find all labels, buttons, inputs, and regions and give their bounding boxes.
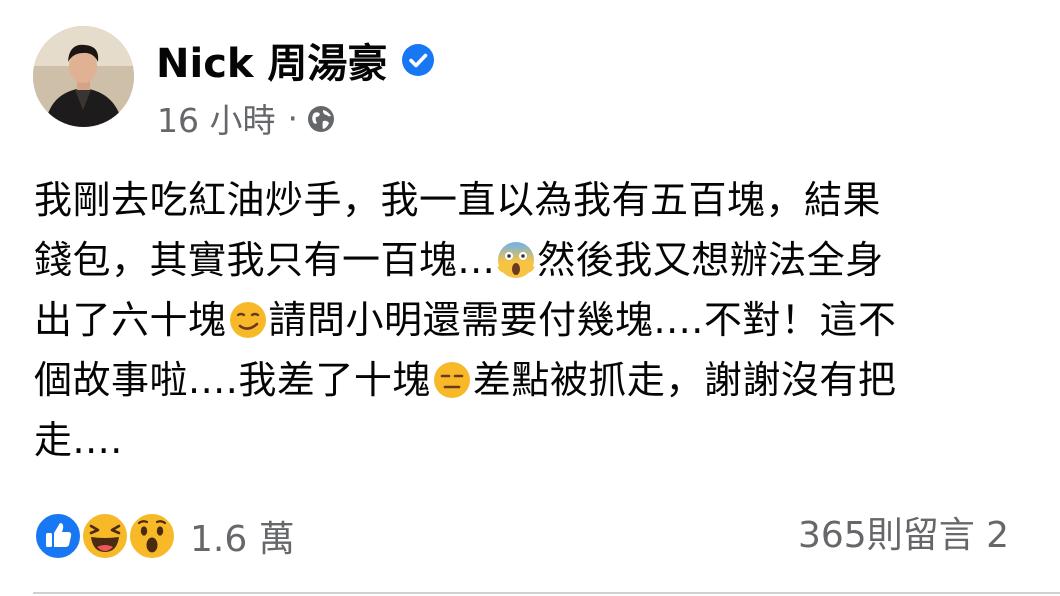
post-text: 出了六十塊	[34, 298, 227, 342]
post-text: 差點被抓走，謝謝沒有把	[472, 358, 897, 402]
globe-icon[interactable]	[306, 103, 336, 133]
post-line: 我剛去吃紅油炒手，我一直以為我有五百塊，結果	[34, 170, 881, 230]
reaction-count[interactable]: 1.6 萬	[190, 510, 295, 562]
smirking-face-icon	[228, 297, 268, 338]
post-text: 錢包，其實我只有一百塊...	[34, 238, 496, 282]
expressionless-face-icon	[432, 357, 472, 398]
post-line: 走....	[34, 410, 123, 470]
divider	[33, 592, 1060, 594]
haha-icon	[80, 511, 130, 561]
profile-photo	[33, 26, 134, 127]
meta-separator: ·	[287, 98, 298, 138]
post-meta: 16 小時 ·	[157, 96, 336, 140]
author-avatar[interactable]	[33, 26, 134, 127]
post-text: 走....	[34, 418, 123, 462]
like-icon	[33, 511, 83, 561]
post-line: 個故事啦....我差了十塊 差點被抓走，謝謝沒有把	[34, 350, 896, 410]
post-text: 請問小明還需要付幾塊....不對！這不	[268, 298, 897, 342]
post-text: 然後我又想辦法全身	[537, 238, 884, 282]
post-body: 我剛去吃紅油炒手，我一直以為我有五百塊，結果 錢包，其實我只有一百塊... 然後…	[0, 166, 1060, 486]
wow-icon	[127, 511, 177, 561]
face-screaming-in-fear-icon	[496, 237, 536, 278]
post-timestamp[interactable]: 16 小時	[157, 94, 275, 142]
post-line: 錢包，其實我只有一百塊... 然後我又想辦法全身	[34, 230, 884, 290]
author-header: Nick 周湯豪	[156, 31, 435, 89]
comment-count[interactable]: 365則留言 2	[798, 508, 1009, 564]
post-text: 個故事啦....我差了十塊	[34, 358, 431, 402]
author-name[interactable]: Nick 周湯豪	[156, 31, 387, 89]
reaction-summary[interactable]: 1.6 萬	[33, 508, 295, 564]
post-line: 出了六十塊 請問小明還需要付幾塊....不對！這不	[34, 290, 896, 350]
post-text: 我剛去吃紅油炒手，我一直以為我有五百塊，結果	[34, 178, 882, 222]
verified-badge-icon	[401, 43, 435, 77]
